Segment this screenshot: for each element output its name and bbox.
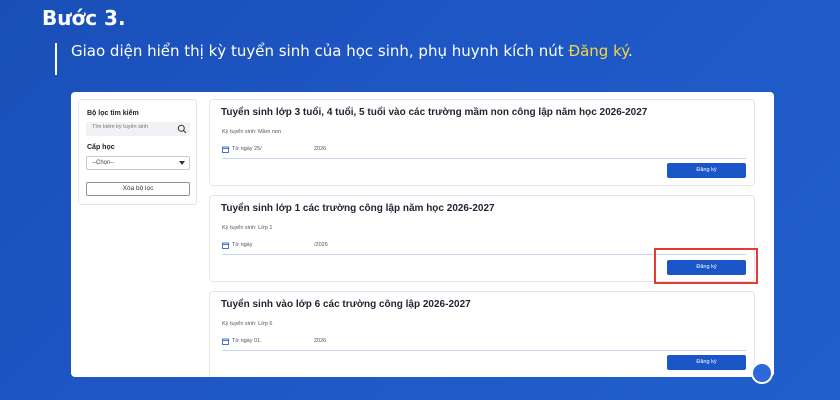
level-selected-value: --Chọn-- [92, 160, 115, 166]
divider [222, 350, 746, 351]
divider [222, 158, 746, 159]
search-icon[interactable] [177, 124, 187, 134]
description-bar [55, 43, 57, 75]
card-date-start: Từ ngày 01. [232, 338, 262, 344]
search-box[interactable] [86, 122, 190, 136]
card-date-end: 2026 [314, 146, 327, 152]
card-date-end: /2026 [314, 242, 328, 248]
card-date-end: 2026 [314, 338, 327, 344]
calendar-icon [222, 146, 229, 153]
register-button[interactable]: Đăng ký [667, 355, 746, 370]
card-level: Kỳ tuyển sinh: Mầm non [222, 129, 282, 135]
filter-panel: Bộ lọc tìm kiếm Cấp học --Chọn-- Xóa bộ … [78, 99, 197, 205]
step-description: Giao diện hiển thị kỳ tuyển sinh của học… [71, 42, 633, 60]
chevron-down-icon [179, 161, 185, 165]
description-highlight: Đăng ký [568, 42, 628, 60]
calendar-icon [222, 338, 229, 345]
card-level: Kỳ tuyển sinh: Lớp 1 [222, 225, 273, 231]
card-title: Tuyển sinh lớp 1 các trường công lập năm… [221, 203, 495, 214]
description-end: . [627, 42, 633, 60]
filter-title: Bộ lọc tìm kiếm [87, 110, 139, 117]
calendar-icon [222, 242, 229, 249]
card-date-start: Từ ngày 25/ [232, 146, 262, 152]
card-title: Tuyển sinh vào lớp 6 các trường công lập… [221, 299, 471, 310]
app-screenshot: Bộ lọc tìm kiếm Cấp học --Chọn-- Xóa bộ … [71, 92, 774, 377]
admission-card: Tuyển sinh vào lớp 6 các trường công lập… [209, 291, 755, 377]
level-select[interactable]: --Chọn-- [86, 156, 190, 170]
step-title: Bước 3. [42, 6, 126, 30]
card-date-start: Từ ngày [232, 242, 253, 248]
admission-card: Tuyển sinh lớp 3 tuổi, 4 tuổi, 5 tuổi và… [209, 99, 755, 186]
search-input[interactable] [92, 124, 172, 130]
level-label: Cấp học [87, 144, 115, 151]
card-title: Tuyển sinh lớp 3 tuổi, 4 tuổi, 5 tuổi và… [221, 107, 648, 118]
chat-icon[interactable] [751, 362, 773, 384]
clear-filter-button[interactable]: Xóa bộ lọc [86, 182, 190, 196]
highlight-box [654, 248, 758, 284]
card-level: Kỳ tuyển sinh: Lớp 6 [222, 321, 273, 327]
register-button[interactable]: Đăng ký [667, 163, 746, 178]
description-text: Giao diện hiển thị kỳ tuyển sinh của học… [71, 42, 569, 60]
